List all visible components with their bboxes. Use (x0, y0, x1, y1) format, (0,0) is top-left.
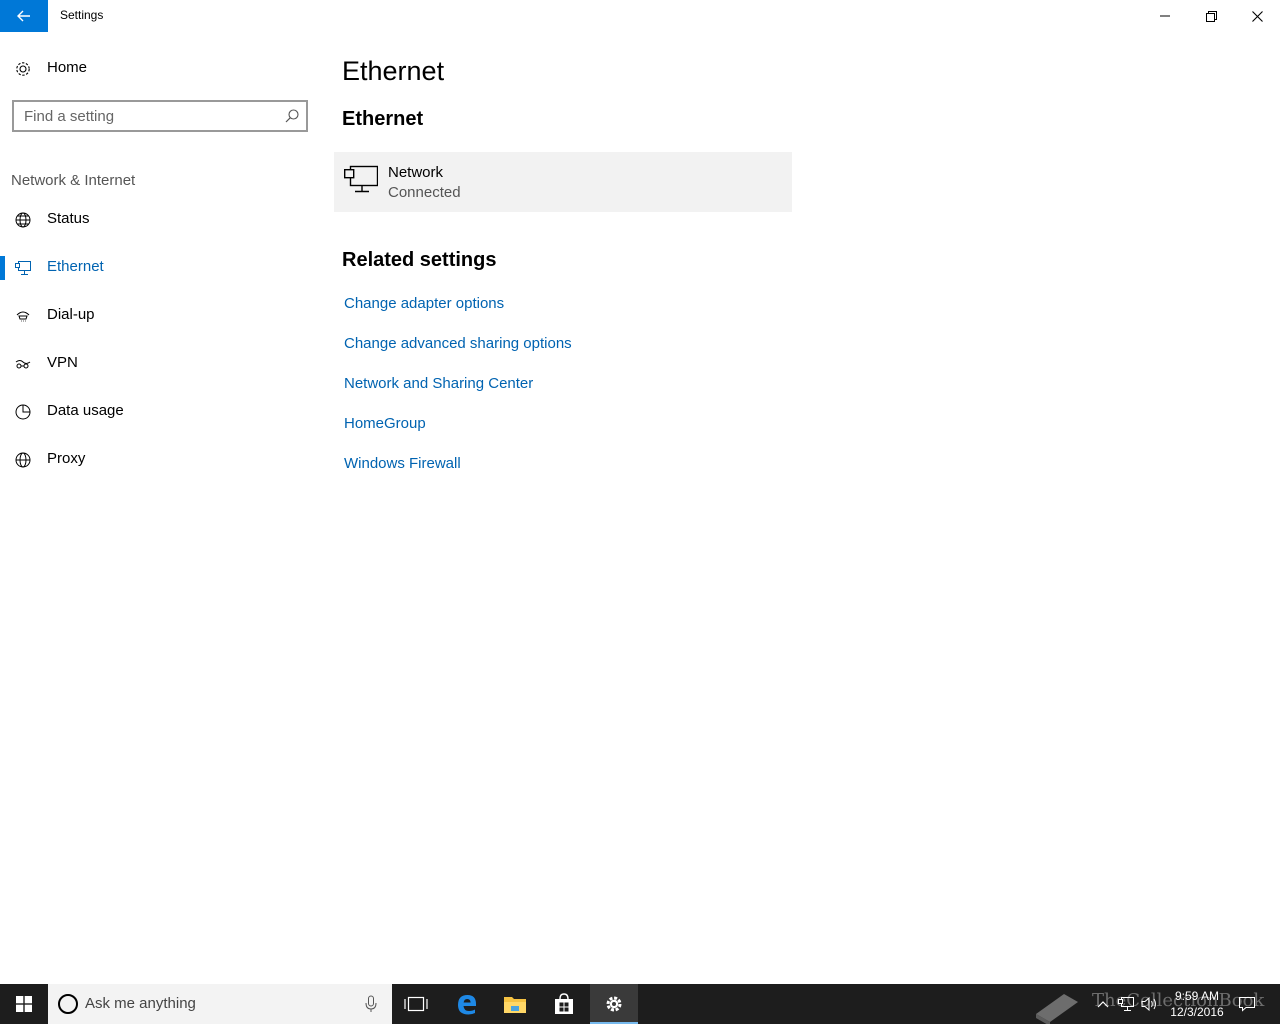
edge-icon (458, 995, 476, 1015)
sidebar-item-label: Ethernet (47, 258, 104, 275)
close-icon (1251, 10, 1263, 22)
start-button[interactable] (0, 984, 48, 1024)
edge-browser-button[interactable] (443, 984, 491, 1024)
notification-icon (1239, 997, 1255, 1012)
gear-icon (606, 996, 622, 1012)
globe-status-icon (15, 212, 31, 228)
back-button[interactable] (0, 0, 48, 32)
chevron-up-icon (1097, 1001, 1109, 1008)
link-change-advanced-sharing[interactable]: Change advanced sharing options (344, 335, 572, 352)
link-change-adapter-options[interactable]: Change adapter options (344, 295, 504, 312)
folder-icon (504, 997, 526, 1013)
cortana-placeholder: Ask me anything (85, 995, 196, 1012)
app-title: Settings (60, 8, 104, 22)
store-button[interactable] (540, 984, 588, 1024)
settings-taskbar-button[interactable] (590, 984, 638, 1024)
link-windows-firewall[interactable]: Windows Firewall (344, 455, 461, 472)
show-hidden-icons-button[interactable] (1092, 984, 1114, 1024)
microphone-icon[interactable] (364, 995, 378, 1013)
network-computer-icon (344, 165, 378, 193)
store-bag-icon (555, 993, 573, 1014)
network-name: Network (388, 164, 444, 181)
sidebar-item-ethernet[interactable]: Ethernet (0, 248, 320, 288)
file-explorer-button[interactable] (491, 984, 539, 1024)
sidebar-item-status[interactable]: Status (0, 200, 320, 240)
network-tile[interactable]: Network Connected (334, 152, 792, 212)
network-status: Connected (388, 184, 461, 201)
task-view-icon (404, 996, 428, 1012)
active-indicator (0, 256, 5, 280)
cortana-search-box[interactable]: Ask me anything (48, 984, 392, 1024)
page-title: Ethernet (342, 56, 445, 86)
speaker-icon (1141, 996, 1156, 1012)
clock-time: 9:59 AM (1174, 989, 1220, 1003)
gear-icon (16, 62, 30, 76)
sidebar-item-proxy[interactable]: Proxy (0, 440, 320, 480)
minimize-icon (1160, 15, 1170, 17)
sidebar-item-dial-up[interactable]: Dial-up (0, 296, 320, 336)
task-view-button[interactable] (392, 984, 440, 1024)
restore-button[interactable] (1188, 0, 1234, 32)
back-arrow-icon (17, 10, 30, 22)
search-input[interactable] (14, 102, 282, 130)
dialup-icon (16, 311, 30, 322)
related-settings-heading: Related settings (342, 249, 497, 271)
windows-logo-icon (16, 996, 32, 1012)
sidebar-item-data-usage[interactable]: Data usage (0, 392, 320, 432)
ethernet-icon (15, 261, 31, 275)
close-button[interactable] (1234, 0, 1280, 32)
section-title: Network & Internet (11, 172, 136, 189)
clock-date: 12/3/2016 (1170, 1005, 1224, 1019)
title-bar: Settings (0, 0, 1280, 32)
search-icon[interactable] (284, 108, 300, 124)
sidebar-item-label: Status (47, 210, 90, 227)
volume-tray-button[interactable] (1138, 984, 1162, 1024)
search-box[interactable] (12, 100, 308, 132)
vpn-icon (15, 360, 31, 369)
link-network-sharing-center[interactable]: Network and Sharing Center (344, 375, 533, 392)
sidebar: Home Network & Internet Status Ethernet (0, 32, 320, 984)
globe-icon (15, 452, 31, 468)
main-content: Ethernet Ethernet Network Connected Rela… (320, 32, 1280, 984)
section-heading-ethernet: Ethernet (342, 108, 424, 130)
action-center-button[interactable] (1234, 984, 1260, 1024)
sidebar-home-label: Home (47, 59, 88, 76)
network-tray-button[interactable] (1114, 984, 1138, 1024)
taskbar: Ask me anything TheCollectionBook 9:59 A… (0, 984, 1280, 1024)
sidebar-item-label: Data usage (47, 402, 124, 419)
link-homegroup[interactable]: HomeGroup (344, 415, 426, 432)
sidebar-item-label: VPN (47, 354, 78, 371)
ethernet-icon (1118, 997, 1134, 1011)
minimize-button[interactable] (1142, 0, 1188, 32)
data-usage-icon (15, 404, 31, 420)
clock[interactable]: 9:59 AM 12/3/2016 (1160, 988, 1234, 1022)
restore-icon (1205, 10, 1217, 22)
book-logo-icon (1036, 994, 1078, 1024)
sidebar-item-label: Proxy (47, 450, 86, 467)
sidebar-item-label: Dial-up (47, 306, 95, 323)
cortana-icon (58, 994, 78, 1014)
sidebar-item-vpn[interactable]: VPN (0, 344, 320, 384)
sidebar-home[interactable]: Home (0, 52, 320, 84)
